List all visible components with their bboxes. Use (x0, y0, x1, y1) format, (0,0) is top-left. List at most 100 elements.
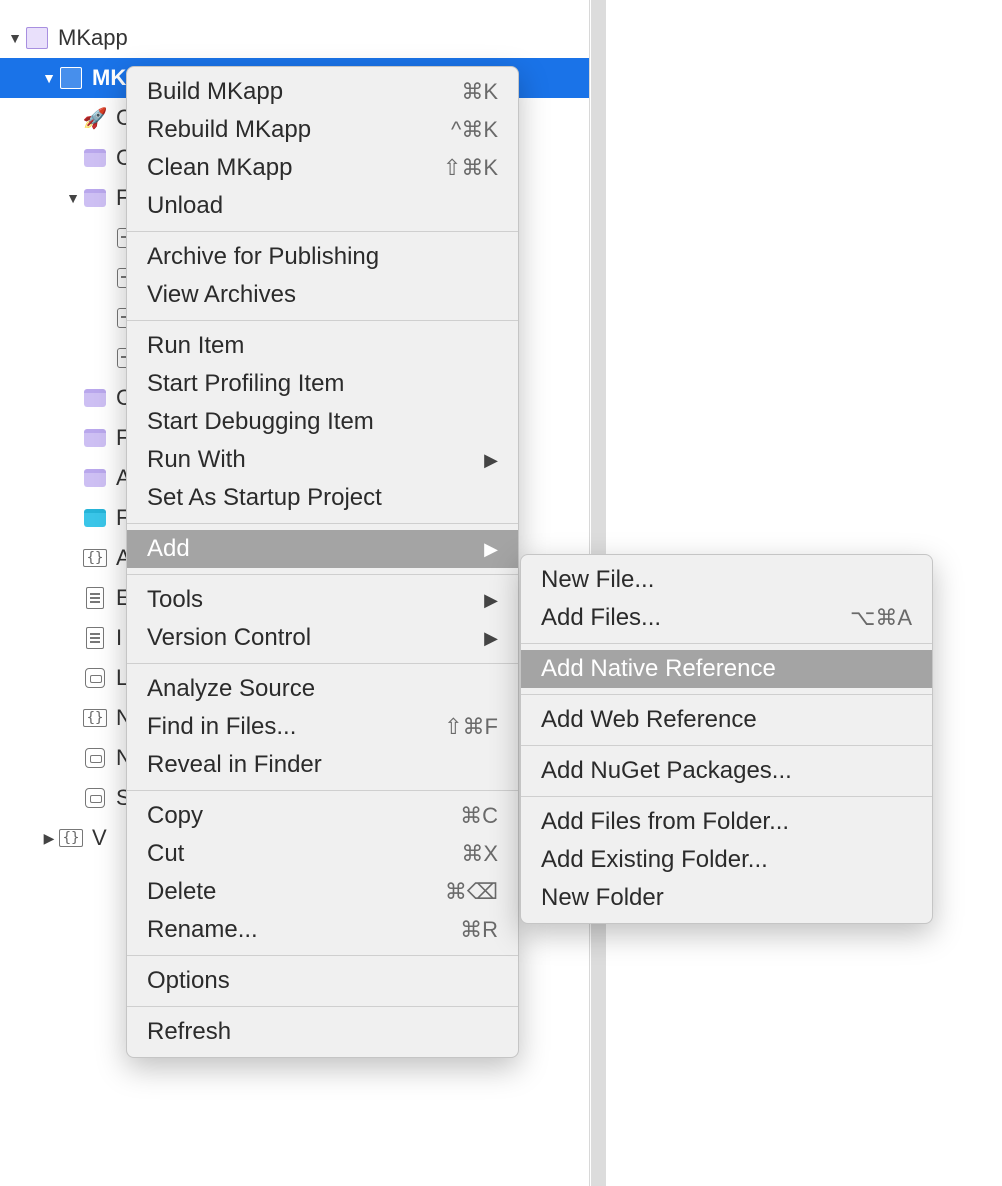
menu-separator (127, 1006, 518, 1007)
menu-shortcut: ⇧⌘F (444, 714, 498, 740)
menu-shortcut: ⌘R (460, 917, 498, 943)
menu-label: Reveal in Finder (147, 751, 322, 779)
menu-shortcut: ⌘⌫ (445, 879, 498, 905)
submenu-add: New File... Add Files...⌥⌘A Add Native R… (520, 554, 933, 924)
submenu-add-files-from-folder[interactable]: Add Files from Folder... (521, 803, 932, 841)
menu-label: Set As Startup Project (147, 484, 382, 512)
tree-item-label: V (92, 825, 107, 851)
menu-label: New Folder (541, 884, 664, 912)
menu-label: Add Native Reference (541, 655, 776, 683)
file-icon (86, 627, 104, 649)
menu-clean[interactable]: Clean MKapp ⇧⌘K (127, 149, 518, 187)
project-icon (60, 67, 82, 89)
storyboard-icon (85, 748, 105, 768)
menu-label: Clean MKapp (147, 154, 292, 182)
rocket-icon: 🚀 (82, 105, 108, 131)
menu-options[interactable]: Options (127, 962, 518, 1000)
storyboard-icon (85, 788, 105, 808)
submenu-add-nuget[interactable]: Add NuGet Packages... (521, 752, 932, 790)
menu-label: Find in Files... (147, 713, 296, 741)
chevron-right-icon: ▶ (484, 539, 498, 560)
menu-label: Add Existing Folder... (541, 846, 768, 874)
menu-set-startup[interactable]: Set As Startup Project (127, 479, 518, 517)
disclosure-right-icon[interactable]: ▶ (40, 830, 58, 847)
folder-purple-icon (84, 389, 106, 407)
menu-label: Analyze Source (147, 675, 315, 703)
menu-shortcut: ⌥⌘A (850, 605, 912, 631)
disclosure-down-icon[interactable]: ▼ (64, 190, 82, 206)
menu-label: Refresh (147, 1018, 231, 1046)
menu-archive-publishing[interactable]: Archive for Publishing (127, 238, 518, 276)
menu-copy[interactable]: Copy ⌘C (127, 797, 518, 835)
submenu-new-file[interactable]: New File... (521, 561, 932, 599)
menu-separator (521, 643, 932, 644)
code-file-icon: {} (59, 829, 84, 847)
disclosure-down-icon[interactable]: ▼ (40, 70, 58, 86)
folder-purple-icon (84, 429, 106, 447)
chevron-right-icon: ▶ (484, 590, 498, 611)
code-file-icon: {} (83, 709, 108, 727)
menu-version-control[interactable]: Version Control ▶ (127, 619, 518, 657)
submenu-new-folder[interactable]: New Folder (521, 879, 932, 917)
menu-label: Version Control (147, 624, 311, 652)
menu-delete[interactable]: Delete ⌘⌫ (127, 873, 518, 911)
menu-run-item[interactable]: Run Item (127, 327, 518, 365)
menu-label: Start Debugging Item (147, 408, 374, 436)
menu-label: Delete (147, 878, 216, 906)
menu-label: Add Files from Folder... (541, 808, 789, 836)
solution-icon (26, 27, 48, 49)
menu-separator (127, 790, 518, 791)
submenu-add-files[interactable]: Add Files...⌥⌘A (521, 599, 932, 637)
menu-label: Archive for Publishing (147, 243, 379, 271)
menu-view-archives[interactable]: View Archives (127, 276, 518, 314)
folder-purple-icon (84, 469, 106, 487)
menu-find-in-files[interactable]: Find in Files... ⇧⌘F (127, 708, 518, 746)
storyboard-icon (85, 668, 105, 688)
menu-reveal-finder[interactable]: Reveal in Finder (127, 746, 518, 784)
menu-label: View Archives (147, 281, 296, 309)
menu-shortcut: ^⌘K (451, 117, 498, 143)
tree-solution-row[interactable]: ▼ MKapp (0, 18, 589, 58)
folder-purple-icon (84, 149, 106, 167)
menu-run-with[interactable]: Run With▶ (127, 441, 518, 479)
menu-label: Run Item (147, 332, 244, 360)
menu-start-debugging[interactable]: Start Debugging Item (127, 403, 518, 441)
file-icon (86, 587, 104, 609)
menu-rename[interactable]: Rename... ⌘R (127, 911, 518, 949)
menu-rebuild[interactable]: Rebuild MKapp ^⌘K (127, 111, 518, 149)
context-menu: Build MKapp ⌘K Rebuild MKapp ^⌘K Clean MKa… (126, 66, 519, 1058)
disclosure-down-icon[interactable]: ▼ (6, 30, 24, 46)
menu-separator (127, 231, 518, 232)
menu-label: Build MKapp (147, 78, 283, 106)
menu-analyze[interactable]: Analyze Source (127, 670, 518, 708)
menu-label: Tools (147, 586, 203, 614)
menu-tools[interactable]: Tools ▶ (127, 581, 518, 619)
menu-start-profiling[interactable]: Start Profiling Item (127, 365, 518, 403)
menu-label: Start Profiling Item (147, 370, 344, 398)
menu-separator (521, 796, 932, 797)
menu-shortcut: ⌘C (460, 803, 498, 829)
menu-add[interactable]: Add▶ (127, 530, 518, 568)
menu-label: Options (147, 967, 230, 995)
menu-shortcut: ⇧⌘K (443, 155, 498, 181)
menu-build[interactable]: Build MKapp ⌘K (127, 73, 518, 111)
menu-refresh[interactable]: Refresh (127, 1013, 518, 1051)
chevron-right-icon: ▶ (484, 450, 498, 471)
tree-item-label: I (116, 625, 122, 651)
menu-cut[interactable]: Cut⌘X (127, 835, 518, 873)
menu-unload[interactable]: Unload (127, 187, 518, 225)
submenu-add-existing-folder[interactable]: Add Existing Folder... (521, 841, 932, 879)
menu-label: Rename... (147, 916, 258, 944)
submenu-add-web-reference[interactable]: Add Web Reference (521, 701, 932, 739)
submenu-add-native-reference[interactable]: Add Native Reference (521, 650, 932, 688)
chevron-right-icon: ▶ (484, 628, 498, 649)
menu-label: Copy (147, 802, 203, 830)
menu-label: Add NuGet Packages... (541, 757, 792, 785)
menu-label: New File... (541, 566, 654, 594)
menu-label: Rebuild MKapp (147, 116, 311, 144)
menu-shortcut: ⌘X (461, 841, 498, 867)
menu-separator (127, 523, 518, 524)
menu-separator (127, 663, 518, 664)
menu-shortcut: ⌘K (461, 79, 498, 105)
menu-separator (127, 574, 518, 575)
